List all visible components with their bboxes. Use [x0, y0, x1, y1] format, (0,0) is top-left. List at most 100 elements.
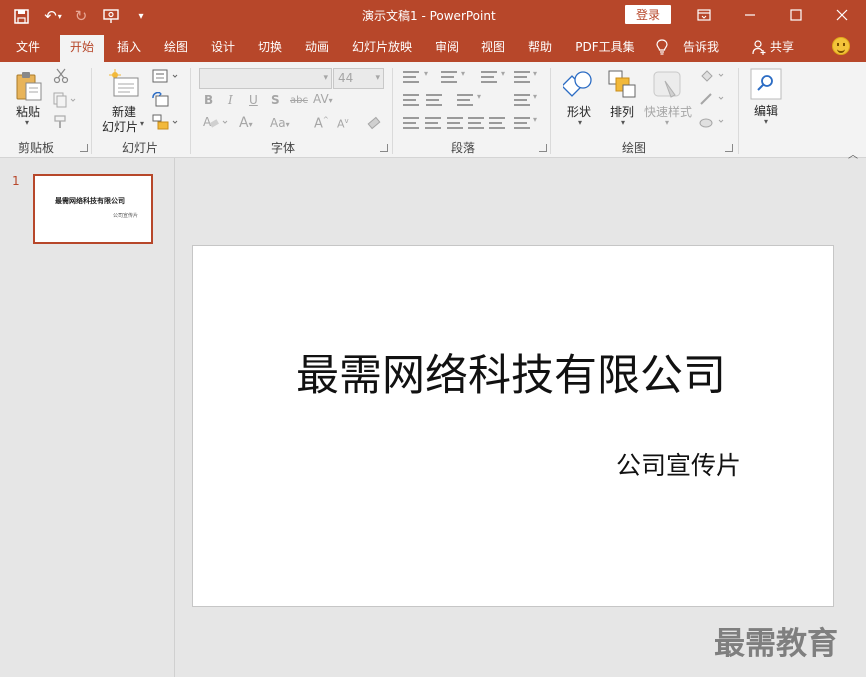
maximize-button[interactable]	[773, 0, 819, 30]
align-text-icon[interactable]	[514, 94, 530, 106]
editing-dropdown-icon[interactable]: ▾	[764, 117, 768, 126]
tab-design[interactable]: 设计	[204, 32, 242, 62]
cut-icon[interactable]	[53, 68, 69, 84]
convert-smartart-icon[interactable]	[514, 117, 530, 129]
shapes-icon[interactable]	[563, 69, 595, 101]
slide-title-text[interactable]: 最需网络科技有限公司	[296, 341, 726, 403]
font-color-button[interactable]: A▾	[239, 115, 253, 131]
tab-draw[interactable]: 绘图	[157, 32, 195, 62]
slide-thumbnail[interactable]: 最需网络科技有限公司 公司宣传片	[33, 174, 153, 244]
undo-icon: ↶	[44, 7, 57, 25]
reset-slide-icon[interactable]	[152, 92, 170, 108]
redo-button[interactable]: ↻	[70, 4, 92, 28]
tab-slideshow[interactable]: 幻灯片放映	[346, 32, 418, 62]
paste-dropdown-icon[interactable]: ▾	[25, 118, 29, 127]
paragraph-launcher-icon[interactable]	[539, 144, 547, 152]
tab-help[interactable]: 帮助	[521, 32, 559, 62]
tell-me-search[interactable]: 告诉我	[676, 32, 726, 62]
drawing-launcher-icon[interactable]	[725, 144, 733, 152]
undo-dropdown-icon[interactable]: ▾	[58, 12, 62, 21]
shape-fill-icon[interactable]	[698, 68, 728, 84]
maximize-icon	[790, 9, 802, 21]
underline-button[interactable]: U	[249, 93, 258, 107]
arrange-dropdown-icon[interactable]: ▾	[621, 118, 625, 127]
thumbnail-title: 最需网络科技有限公司	[55, 196, 125, 205]
new-slide-dropdown-icon[interactable]: ▾	[140, 119, 144, 128]
align-left-icon[interactable]	[403, 117, 419, 129]
justify-icon[interactable]	[468, 117, 484, 129]
undo-button[interactable]: ↶ ▾	[42, 4, 64, 28]
save-icon	[13, 8, 29, 24]
ribbon-home: 粘贴 ▾ 剪贴板 新建 幻灯片 ▾ 幻灯片 44 B I U S abc AV▾…	[0, 62, 866, 161]
smartart-dropdown-icon[interactable]: ▾	[533, 115, 537, 124]
tab-insert[interactable]: 插入	[110, 32, 148, 62]
font-launcher-icon[interactable]	[380, 144, 388, 152]
shapes-dropdown-icon[interactable]: ▾	[578, 118, 582, 127]
tab-home[interactable]: 开始	[60, 35, 104, 62]
columns-icon[interactable]	[457, 94, 473, 106]
align-text-dropdown-icon[interactable]: ▾	[533, 92, 537, 101]
layout-icon[interactable]	[152, 69, 180, 83]
tab-file[interactable]: 文件	[5, 32, 51, 62]
bullets-dropdown-icon[interactable]: ▾	[424, 69, 428, 78]
arrange-icon[interactable]	[607, 69, 637, 101]
tab-review[interactable]: 审阅	[428, 32, 466, 62]
bullets-icon[interactable]	[403, 71, 419, 83]
italic-button[interactable]: I	[228, 93, 233, 107]
shape-outline-icon[interactable]	[698, 91, 728, 107]
align-center-icon[interactable]	[425, 117, 441, 129]
decrease-font-size-button[interactable]: Av	[337, 117, 349, 131]
share-person-icon	[752, 40, 766, 55]
slide-subtitle-text[interactable]: 公司宣传片	[616, 446, 741, 482]
columns-dropdown-icon[interactable]: ▾	[477, 92, 481, 101]
customize-qat-button[interactable]: ▾	[130, 4, 152, 28]
strikethrough-button[interactable]: abc	[290, 95, 308, 106]
new-slide-icon[interactable]	[108, 68, 140, 100]
save-button[interactable]	[10, 4, 32, 28]
clear-formatting-icon[interactable]: A	[202, 114, 230, 130]
slide-canvas[interactable]: 最需网络科技有限公司 公司宣传片	[192, 245, 834, 607]
line-spacing-dropdown-icon[interactable]: ▾	[501, 69, 505, 78]
font-size-combo[interactable]: 44	[333, 68, 384, 89]
distributed-icon[interactable]	[489, 117, 505, 129]
line-spacing-icon[interactable]	[481, 71, 497, 83]
text-direction-dropdown-icon[interactable]: ▾	[533, 69, 537, 78]
increase-font-size-button[interactable]: A^	[314, 116, 329, 131]
collapse-ribbon-icon[interactable]: ︿	[848, 146, 858, 161]
tab-animations[interactable]: 动画	[298, 32, 336, 62]
eraser-icon[interactable]	[366, 115, 382, 131]
ribbon-display-icon	[697, 9, 711, 21]
quick-styles-dropdown-icon[interactable]: ▾	[665, 118, 669, 127]
tab-pdf-tools[interactable]: PDF工具集	[569, 32, 641, 62]
quick-styles-icon[interactable]	[651, 69, 685, 101]
numbering-dropdown-icon[interactable]: ▾	[461, 69, 465, 78]
increase-indent-icon[interactable]	[426, 94, 442, 106]
find-icon[interactable]	[750, 68, 782, 100]
shadow-button[interactable]: S	[271, 93, 280, 107]
feedback-smiley-icon[interactable]	[832, 37, 850, 55]
share-button[interactable]: 共享	[766, 32, 798, 62]
close-button[interactable]	[819, 0, 865, 30]
align-right-icon[interactable]	[447, 117, 463, 129]
ribbon-display-options-button[interactable]	[681, 0, 727, 30]
clipboard-launcher-icon[interactable]	[80, 144, 88, 152]
copy-icon[interactable]	[53, 92, 77, 108]
numbering-icon[interactable]	[441, 71, 457, 83]
new-slide-label-line2[interactable]: 幻灯片	[102, 118, 138, 135]
paste-icon[interactable]	[14, 70, 44, 102]
text-direction-icon[interactable]	[514, 71, 530, 83]
shape-effects-icon[interactable]	[698, 114, 728, 130]
format-painter-icon[interactable]	[53, 114, 69, 130]
decrease-indent-icon[interactable]	[403, 94, 419, 106]
section-icon[interactable]	[152, 114, 180, 130]
login-button[interactable]: 登录	[625, 5, 671, 24]
drawing-group-label: 绘图	[622, 141, 647, 155]
font-name-combo[interactable]	[199, 68, 332, 89]
slideshow-from-start-button[interactable]	[100, 4, 122, 28]
tab-transitions[interactable]: 切换	[251, 32, 289, 62]
tab-view[interactable]: 视图	[474, 32, 512, 62]
change-case-button[interactable]: Aa▾	[270, 116, 290, 130]
minimize-button[interactable]	[727, 0, 773, 30]
bold-button[interactable]: B	[204, 93, 213, 107]
character-spacing-button[interactable]: AV▾	[313, 92, 333, 106]
